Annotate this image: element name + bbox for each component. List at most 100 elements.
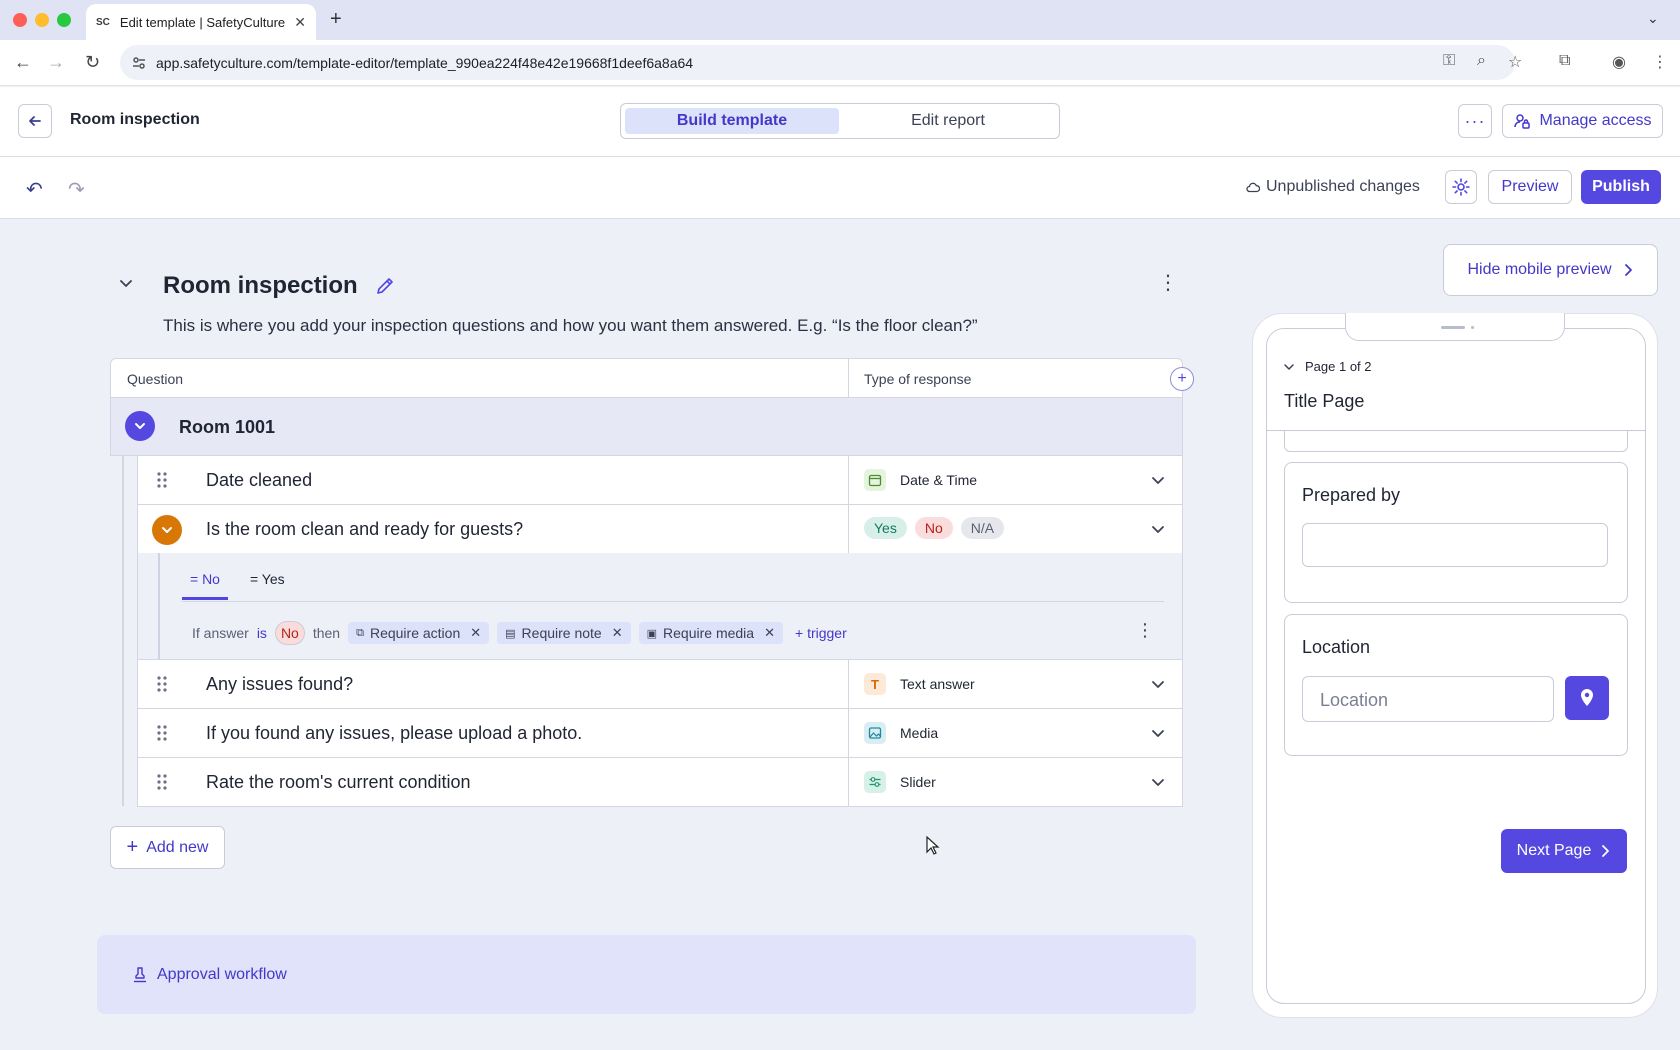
next-page-label: Next Page (1516, 842, 1592, 859)
forward-nav-icon[interactable]: → (47, 52, 65, 73)
undo-icon[interactable]: ↶ (26, 177, 43, 202)
profile-icon[interactable]: ◉ (1612, 52, 1626, 72)
zoom-icon[interactable]: ⌕ (1477, 52, 1486, 70)
settings-button[interactable] (1445, 170, 1477, 204)
chevron-right-icon (1624, 264, 1632, 276)
drag-handle-icon[interactable] (156, 675, 168, 693)
chevron-down-icon[interactable] (1150, 472, 1166, 488)
response-type[interactable]: Date & Time (864, 469, 977, 491)
drag-handle-icon[interactable] (156, 724, 168, 742)
add-question-icon[interactable]: + (1170, 367, 1194, 391)
require-media-chip[interactable]: ▣ Require media ✕ (638, 622, 783, 644)
logic-collapse-button[interactable] (152, 515, 182, 545)
edit-pencil-icon[interactable] (375, 276, 395, 296)
page-indicator-label: Page 1 of 2 (1305, 359, 1372, 374)
require-action-chip[interactable]: ⧉ Require action ✕ (348, 622, 490, 644)
mode-switcher: Build template Edit report (620, 103, 1060, 139)
tab-edit-report[interactable]: Edit report (841, 108, 1055, 134)
tab-search-icon[interactable]: ⌄ (1647, 10, 1659, 27)
require-note-chip[interactable]: ▤ Require note ✕ (497, 622, 631, 644)
bookmark-star-icon[interactable]: ☆ (1508, 52, 1522, 72)
page-indicator[interactable]: Page 1 of 2 (1283, 359, 1372, 374)
question-text[interactable]: Rate the room's current condition (206, 772, 471, 793)
manage-access-label: Manage access (1539, 112, 1652, 129)
section-title[interactable]: Room 1001 (179, 417, 275, 438)
chevron-down-icon (135, 423, 145, 429)
hide-mobile-preview-button[interactable]: Hide mobile preview (1443, 244, 1658, 296)
page-kebab-icon[interactable]: ⋮ (1158, 270, 1178, 295)
tab-build-template[interactable]: Build template (625, 108, 839, 134)
section-collapse-button[interactable] (125, 411, 155, 441)
minimize-window-button[interactable] (35, 13, 49, 27)
stamp-icon (134, 966, 146, 982)
approval-workflow-link[interactable]: Approval workflow (157, 966, 287, 984)
chevron-down-icon[interactable] (1150, 676, 1166, 692)
response-type-label: Text answer (900, 676, 975, 692)
location-label: Location (1302, 637, 1371, 657)
table-row[interactable]: If you found any issues, please upload a… (137, 709, 1183, 758)
table-row[interactable]: Date cleaned Date & Time (137, 456, 1183, 505)
table-row[interactable]: Is the room clean and ready for guests? … (137, 505, 1183, 554)
remove-chip-icon[interactable]: ✕ (612, 625, 623, 641)
tab-logic-yes[interactable]: = Yes (250, 571, 285, 600)
address-bar[interactable]: app.safetyculture.com/template-editor/te… (120, 45, 1515, 80)
drag-handle-icon[interactable] (156, 471, 168, 489)
back-nav-icon[interactable]: ← (14, 52, 32, 73)
logic-rule: If answer is No then ⧉ Require action ✕ … (192, 621, 847, 645)
response-type[interactable]: T Text answer (864, 673, 975, 695)
redo-icon[interactable]: ↷ (68, 177, 85, 202)
site-info-icon[interactable] (131, 55, 147, 71)
column-question: Question (127, 371, 184, 387)
new-tab-icon[interactable]: + (330, 8, 342, 31)
extensions-icon[interactable]: ⧉ (1559, 52, 1570, 70)
operator-select[interactable]: is (257, 625, 267, 641)
question-text[interactable]: Any issues found? (206, 674, 353, 695)
chevron-down-icon[interactable] (1150, 725, 1166, 741)
drag-handle-icon[interactable] (156, 773, 168, 791)
browser-menu-icon[interactable]: ⋮ (1652, 52, 1668, 72)
prepared-by-input[interactable] (1302, 523, 1608, 567)
question-text[interactable]: If you found any issues, please upload a… (206, 723, 582, 744)
add-new-button[interactable]: + Add new (110, 826, 225, 869)
page-title[interactable]: Room inspection (163, 272, 358, 300)
response-type-label: Slider (900, 774, 936, 790)
response-type[interactable]: Media (864, 722, 938, 744)
app-header: Room inspection Build template Edit repo… (0, 87, 1680, 157)
table-header: Question Type of response (110, 358, 1183, 399)
password-key-icon[interactable]: ⚿ (1443, 52, 1455, 70)
chevron-down-icon (162, 527, 172, 533)
approval-workflow-panel[interactable]: Approval workflow (97, 935, 1196, 1014)
remove-chip-icon[interactable]: ✕ (470, 625, 481, 641)
preview-button[interactable]: Preview (1488, 170, 1572, 204)
response-type[interactable]: Yes No N/A (864, 517, 1005, 539)
location-pin-button[interactable] (1565, 676, 1609, 720)
chevron-down-icon[interactable] (1150, 774, 1166, 790)
question-text[interactable]: Date cleaned (206, 470, 312, 491)
location-card: Location Location (1284, 614, 1628, 756)
location-input[interactable]: Location (1302, 676, 1554, 722)
table-row[interactable]: Rate the room's current condition Slider (137, 758, 1183, 807)
close-window-button[interactable] (13, 13, 27, 27)
remove-chip-icon[interactable]: ✕ (764, 625, 775, 641)
section-room[interactable]: Room 1001 (110, 398, 1183, 456)
question-text[interactable]: Is the room clean and ready for guests? (206, 519, 523, 540)
manage-access-button[interactable]: Manage access (1502, 104, 1663, 138)
tab-logic-no[interactable]: = No (182, 571, 228, 600)
text-icon: T (864, 673, 886, 695)
chevron-down-icon[interactable] (1150, 521, 1166, 537)
add-trigger-link[interactable]: + trigger (795, 625, 847, 641)
maximize-window-button[interactable] (57, 13, 71, 27)
table-row[interactable]: Any issues found? T Text answer (137, 660, 1183, 709)
publish-button[interactable]: Publish (1581, 170, 1661, 204)
collapse-page-icon[interactable] (118, 275, 134, 291)
logic-kebab-icon[interactable]: ⋮ (1136, 620, 1154, 641)
logic-value[interactable]: No (274, 621, 305, 645)
template-title: Room inspection (70, 111, 200, 128)
response-type[interactable]: Slider (864, 771, 936, 793)
browser-tab[interactable]: SC Edit template | SafetyCulture ✕ (86, 4, 316, 40)
next-page-button[interactable]: Next Page (1501, 829, 1627, 873)
back-button[interactable] (18, 104, 52, 138)
reload-icon[interactable]: ↻ (85, 52, 100, 73)
close-tab-icon[interactable]: ✕ (294, 14, 306, 31)
more-options-button[interactable]: ··· (1458, 104, 1492, 138)
